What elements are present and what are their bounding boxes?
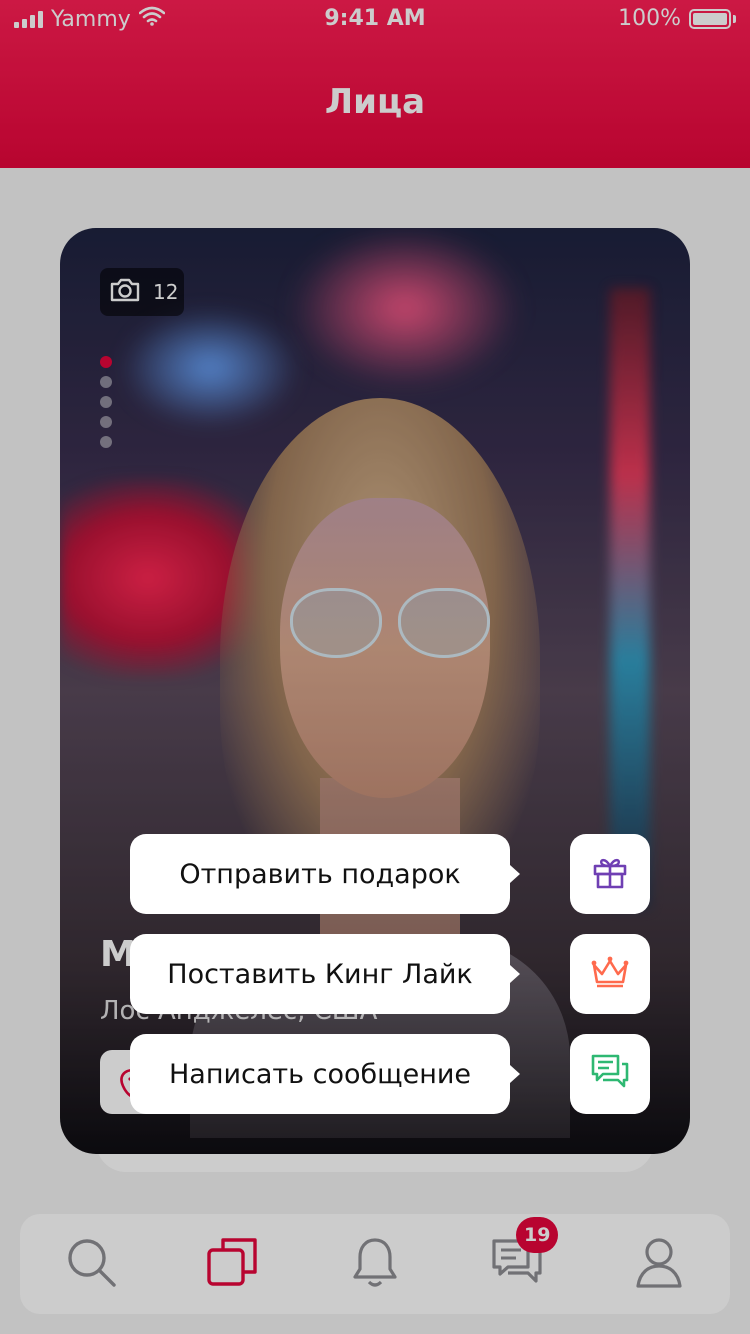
send-gift-label[interactable]: Отправить подарок bbox=[130, 834, 520, 914]
king-like-label[interactable]: Поставить Кинг Лайк bbox=[130, 934, 520, 1014]
king-like-button[interactable] bbox=[570, 934, 650, 1014]
crown-icon bbox=[590, 955, 630, 993]
modal-overlay[interactable] bbox=[0, 0, 750, 1334]
gift-icon bbox=[591, 853, 629, 895]
write-message-button[interactable] bbox=[570, 1034, 650, 1114]
write-message-label[interactable]: Написать сообщение bbox=[130, 1034, 520, 1114]
chat-icon bbox=[590, 1052, 630, 1096]
send-gift-button[interactable] bbox=[570, 834, 650, 914]
